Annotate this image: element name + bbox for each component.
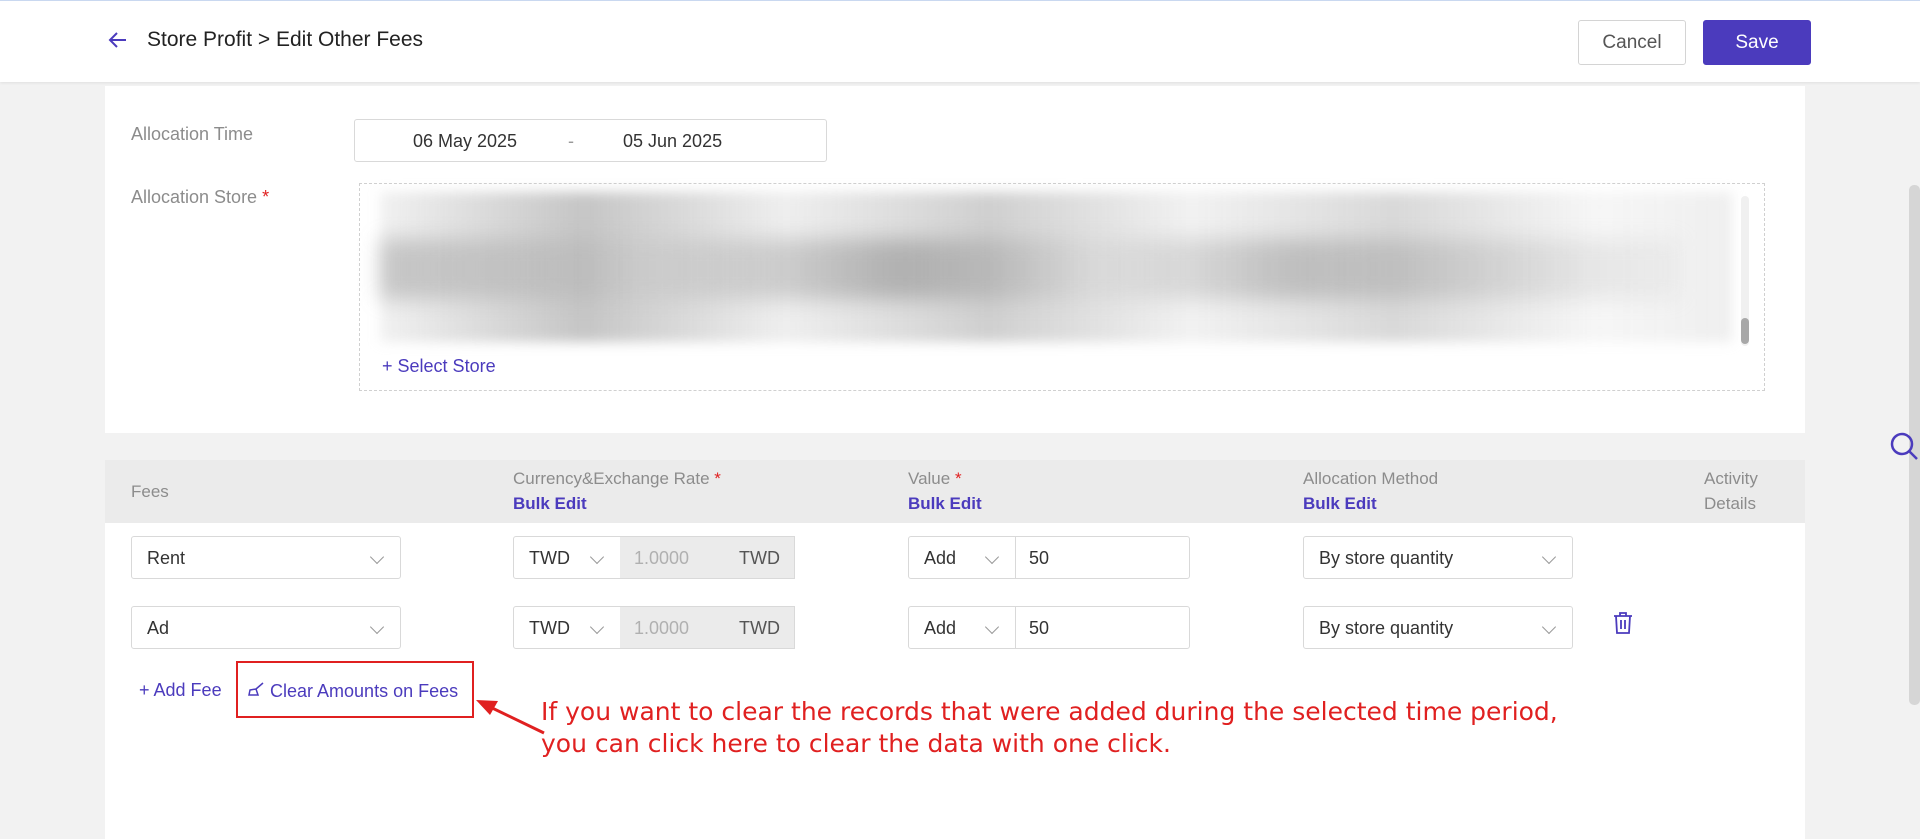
date-end[interactable]: 05 Jun 2025	[623, 131, 722, 152]
th-details: Details	[1704, 494, 1756, 513]
allocation-method-select[interactable]: By store quantity	[1303, 606, 1573, 649]
cancel-button[interactable]: Cancel	[1578, 20, 1686, 65]
top-bar: Store Profit > Edit Other Fees Cancel Sa…	[0, 0, 1920, 82]
allocation-method-value: By store quantity	[1319, 618, 1454, 638]
add-fee-button[interactable]: + Add Fee	[139, 680, 222, 701]
plus-icon: +	[382, 356, 393, 376]
select-store-label: Select Store	[397, 356, 496, 376]
clear-amounts-label: Clear Amounts on Fees	[270, 681, 459, 701]
date-separator: -	[568, 131, 574, 151]
callout-line2: you can click here to clear the data wit…	[541, 729, 1171, 758]
plus-icon: +	[139, 680, 150, 700]
clear-amounts-button[interactable]: Clear Amounts on Fees	[247, 681, 458, 702]
currency-select[interactable]: TWD	[513, 536, 621, 579]
fee-select[interactable]: Rent	[131, 536, 401, 579]
th-value: Value *	[908, 469, 962, 489]
chevron-down-icon	[589, 549, 605, 565]
chevron-down-icon	[1541, 619, 1557, 635]
annotation-arrow-icon	[476, 700, 545, 735]
annotation-callout: If you want to clear the records that we…	[541, 696, 1558, 760]
chevron-down-icon	[984, 619, 1000, 635]
th-method: Allocation Method	[1303, 469, 1439, 488]
th-fees: Fees	[131, 482, 169, 501]
th-activity: Activity	[1704, 469, 1758, 488]
clear-amounts-highlight: Clear Amounts on Fees	[236, 661, 474, 718]
chevron-down-icon	[369, 619, 385, 635]
store-list-scrollbar[interactable]	[1741, 196, 1749, 346]
value-op-select[interactable]: Add	[908, 606, 1016, 649]
required-mark: *	[954, 469, 962, 488]
allocation-store-label-text: Allocation Store	[131, 187, 258, 207]
exchange-rate-currency: TWD	[739, 548, 780, 568]
blurred-store-list-text	[380, 239, 1680, 299]
chevron-down-icon	[1541, 549, 1557, 565]
exchange-rate-field: 1.0000 TWD	[620, 536, 795, 579]
chevron-down-icon	[369, 549, 385, 565]
breadcrumb: Store Profit > Edit Other Fees	[147, 28, 424, 51]
fees-card	[105, 460, 1805, 839]
required-mark: *	[714, 469, 721, 488]
select-store-button[interactable]: + Select Store	[382, 356, 496, 377]
th-currency-text: Currency&Exchange Rate	[513, 469, 710, 488]
th-value-text: Value	[908, 469, 951, 488]
search-icon[interactable]	[1888, 430, 1920, 467]
currency-select[interactable]: TWD	[513, 606, 621, 649]
value-op-select-value: Add	[924, 548, 957, 568]
allocation-store-label: Allocation Store *	[131, 187, 269, 208]
value-op-select-value: Add	[924, 618, 957, 638]
value-op-select[interactable]: Add	[908, 536, 1016, 579]
exchange-rate-field: 1.0000 TWD	[620, 606, 795, 649]
add-fee-label: Add Fee	[153, 680, 222, 700]
value-input-text: 50	[1029, 548, 1050, 568]
th-currency: Currency&Exchange Rate *	[513, 469, 721, 489]
callout-line1: If you want to clear the records that we…	[541, 697, 1558, 726]
required-mark: *	[262, 187, 270, 207]
exchange-rate-currency: TWD	[739, 618, 780, 638]
allocation-method-select[interactable]: By store quantity	[1303, 536, 1573, 579]
fee-select[interactable]: Ad	[131, 606, 401, 649]
value-input-text: 50	[1029, 618, 1050, 638]
fee-select-value: Rent	[147, 548, 186, 568]
date-range-picker[interactable]: 06 May 2025 - 05 Jun 2025	[354, 119, 827, 162]
save-button[interactable]: Save	[1703, 20, 1811, 65]
chevron-down-icon	[589, 619, 605, 635]
date-start[interactable]: 06 May 2025	[413, 131, 517, 152]
bulk-edit-method[interactable]: Bulk Edit	[1303, 494, 1377, 514]
fee-select-value: Ad	[147, 618, 170, 638]
allocation-time-label: Allocation Time	[131, 124, 254, 144]
allocation-method-value: By store quantity	[1319, 548, 1454, 568]
value-input[interactable]: 50	[1015, 606, 1190, 649]
value-input[interactable]: 50	[1015, 536, 1190, 579]
exchange-rate-value: 1.0000	[634, 548, 690, 568]
back-arrow-icon[interactable]	[107, 29, 133, 53]
broom-icon	[247, 681, 270, 701]
currency-select-value: TWD	[529, 618, 570, 638]
bulk-edit-currency[interactable]: Bulk Edit	[513, 494, 587, 514]
scroll-thumb[interactable]	[1741, 318, 1749, 344]
bulk-edit-value[interactable]: Bulk Edit	[908, 494, 982, 514]
trash-icon[interactable]	[1611, 610, 1635, 641]
exchange-rate-value: 1.0000	[634, 618, 690, 638]
store-list-box: + Select Store	[359, 183, 1765, 391]
chevron-down-icon	[984, 549, 1000, 565]
currency-select-value: TWD	[529, 548, 570, 568]
